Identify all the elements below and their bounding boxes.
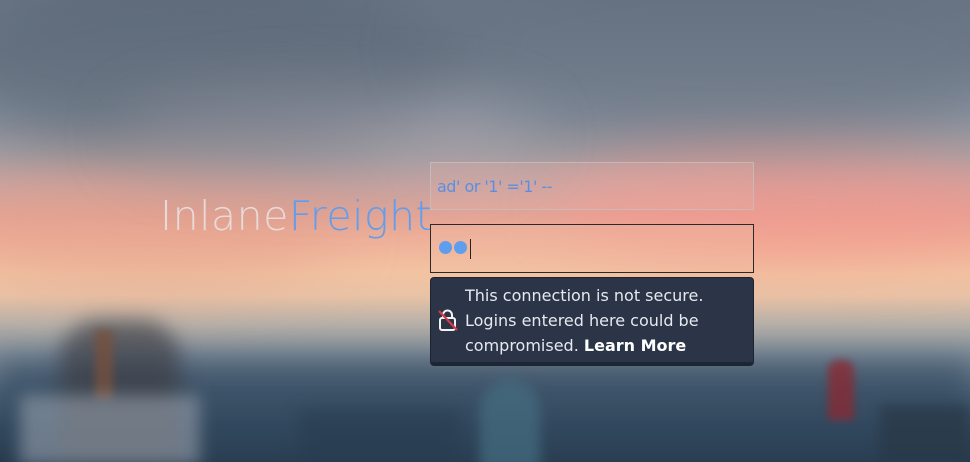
logo-text-inlane: Inlane xyxy=(160,192,289,240)
background-dome xyxy=(480,380,540,462)
username-field[interactable]: ad' or '1' ='1' -- xyxy=(430,162,754,210)
warning-line-3: compromised. Learn More xyxy=(465,333,703,358)
background-crane xyxy=(95,330,113,400)
password-masked-dots xyxy=(439,239,469,258)
warning-line-3-text: compromised. xyxy=(465,335,579,355)
text-caret xyxy=(470,238,471,259)
warning-line-1: This connection is not secure. xyxy=(465,285,704,305)
background-building xyxy=(880,405,970,462)
logo-text-freight: Freight xyxy=(288,192,433,240)
password-dot xyxy=(439,241,452,254)
background-building xyxy=(300,410,460,462)
warning-line-2: Logins entered here could be xyxy=(465,310,699,330)
username-value: ad' or '1' ='1' -- xyxy=(437,176,552,196)
password-field[interactable] xyxy=(430,224,754,273)
login-page: InlaneFreight ad' or '1' ='1' -- This co… xyxy=(0,0,970,462)
background-building xyxy=(20,395,200,462)
learn-more-link[interactable]: Learn More xyxy=(584,336,686,355)
brand-logo: InlaneFreight xyxy=(160,196,432,237)
insecure-login-warning[interactable]: This connection is not secure. Logins en… xyxy=(430,277,754,366)
insecure-lock-icon xyxy=(437,308,459,332)
background-tower xyxy=(828,360,854,420)
warning-message: This connection is not secure. Logins en… xyxy=(465,283,703,358)
password-dot xyxy=(454,241,467,254)
